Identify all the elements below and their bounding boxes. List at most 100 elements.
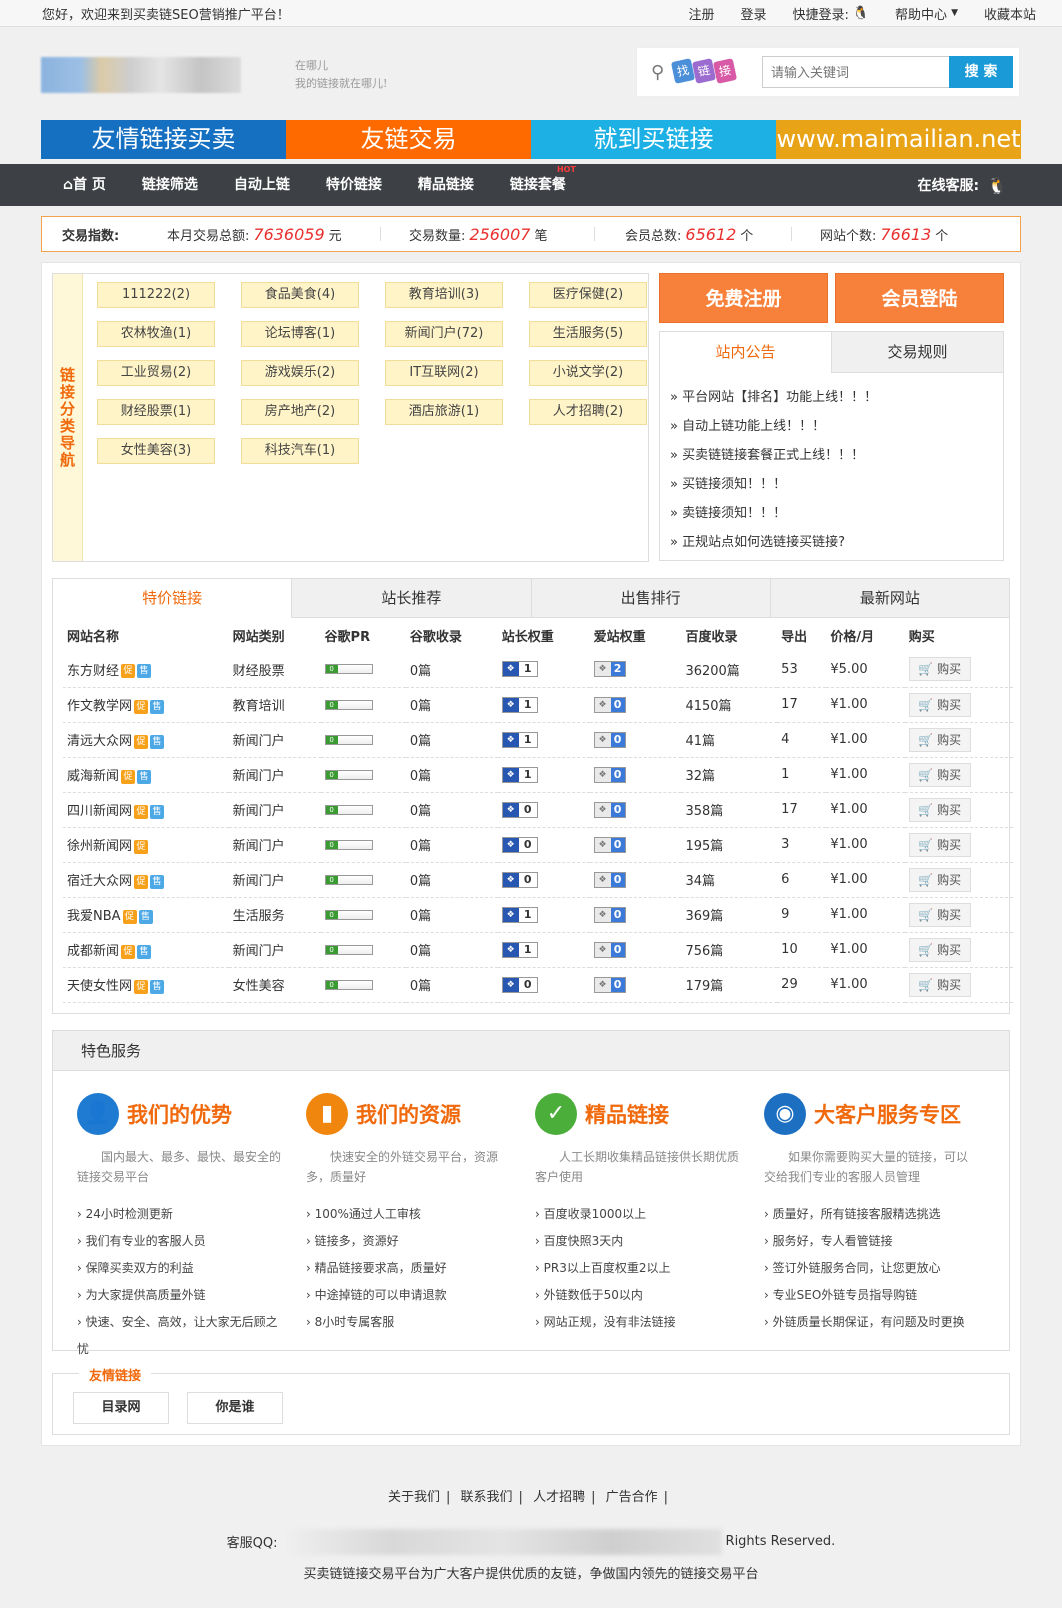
- stat-unit: 元: [328, 228, 342, 244]
- site-name-cell: 徐州新闻网促: [63, 827, 229, 863]
- nav-special-links[interactable]: 特价链接: [308, 164, 400, 206]
- site-logo[interactable]: [41, 57, 241, 93]
- aizhan-weight-cell: ❖ 0: [589, 862, 682, 898]
- buy-button[interactable]: 🛒 购买: [908, 972, 971, 997]
- nav-auto-link[interactable]: 自动上链: [216, 164, 308, 206]
- paw-icon: ❖: [594, 872, 611, 887]
- free-register-button[interactable]: 免费注册: [659, 273, 828, 323]
- category-item[interactable]: 酒店旅游(1): [385, 399, 503, 425]
- buy-button[interactable]: 🛒 购买: [908, 832, 971, 857]
- price-cell: ¥1.00: [826, 897, 905, 933]
- home-icon: ⌂: [63, 177, 74, 193]
- webmaster-weight-cell: ❖ 0: [497, 967, 590, 1003]
- buy-button[interactable]: 🛒 购买: [908, 937, 971, 962]
- tab-new-sites[interactable]: 最新网站: [769, 579, 1009, 618]
- buy-button[interactable]: 🛒 购买: [908, 797, 971, 822]
- category-item[interactable]: 教育培训(3): [385, 282, 503, 308]
- nav-link-package[interactable]: 链接套餐 HOT: [492, 164, 584, 206]
- help-center-link[interactable]: 帮助中心 ▼: [895, 4, 958, 23]
- main-content: 链接分类导航 111222(2) 食品美食(4) 教育培训(3) 医疗保健(2) 农林牧…: [41, 262, 1021, 1446]
- category-item[interactable]: 111222(2): [97, 282, 215, 308]
- footer-ads[interactable]: 广告合作: [606, 1490, 658, 1505]
- search-button[interactable]: 搜 索: [949, 56, 1013, 88]
- favorite-link[interactable]: 收藏本站: [984, 4, 1036, 23]
- category-item[interactable]: 游戏娱乐(2): [241, 360, 359, 386]
- google-pr-cell: 0: [320, 827, 406, 863]
- notice-item[interactable]: » 卖链接须知！！！: [670, 499, 1003, 528]
- notice-item[interactable]: » 买链接须知！！！: [670, 470, 1003, 499]
- buy-button[interactable]: 🛒 购买: [908, 902, 971, 927]
- webmaster-weight-cell: ❖ 1: [497, 652, 590, 688]
- paw-icon: ❖: [502, 837, 519, 852]
- paw-icon: ❖: [594, 662, 611, 677]
- site-name-link[interactable]: 天使女性网: [67, 979, 132, 994]
- category-item[interactable]: 医疗保健(2): [529, 282, 647, 308]
- footer-about[interactable]: 关于我们: [388, 1490, 440, 1505]
- site-category-cell: 教育培训: [228, 687, 321, 723]
- site-name-link[interactable]: 徐州新闻网: [67, 839, 132, 854]
- friend-link[interactable]: 你是谁: [187, 1391, 283, 1424]
- tab-trade-rules[interactable]: 交易规则: [832, 332, 1003, 373]
- tab-sales-ranking[interactable]: 出售排行: [530, 579, 770, 618]
- buy-button[interactable]: 🛒 购买: [908, 762, 971, 787]
- baidu-weight-badge: ❖ 0: [501, 801, 538, 818]
- login-link[interactable]: 登录: [740, 4, 766, 23]
- qq-icon[interactable]: 🐧: [987, 176, 1007, 195]
- category-item[interactable]: 财经股票(1): [97, 399, 215, 425]
- category-item[interactable]: 论坛博客(1): [241, 321, 359, 347]
- buy-button[interactable]: 🛒 购买: [908, 727, 971, 752]
- price-cell: ¥5.00: [826, 652, 905, 688]
- friend-link[interactable]: 目录网: [73, 1391, 169, 1424]
- category-item[interactable]: 农林牧渔(1): [97, 321, 215, 347]
- category-item[interactable]: 新闻门户(72): [385, 321, 503, 347]
- service-column: ▮ 我们的资源 快速安全的外链交易平台，资源多，质量好 › 100%通过人工审核 › 链…: [306, 1091, 535, 1336]
- paw-icon: ❖: [594, 837, 611, 852]
- tab-announcements[interactable]: 站内公告: [660, 332, 832, 373]
- nav-premium-links[interactable]: 精品链接: [400, 164, 492, 206]
- tab-webmaster-picks[interactable]: 站长推荐: [291, 579, 531, 618]
- notice-item[interactable]: » 自动上链功能上线！！！: [670, 412, 1003, 441]
- site-name-link[interactable]: 清远大众网: [67, 734, 132, 749]
- notice-item[interactable]: » 正规站点如何选链接买链接?: [670, 528, 1003, 557]
- buy-button[interactable]: 🛒 购买: [908, 657, 971, 682]
- site-name-link[interactable]: 四川新闻网: [67, 804, 132, 819]
- footer-contact[interactable]: 联系我们: [461, 1490, 513, 1505]
- stat-label: 本月交易总额:: [167, 228, 250, 244]
- site-name-link[interactable]: 作文教学网: [67, 699, 132, 714]
- category-item[interactable]: 女性美容(3): [97, 438, 215, 464]
- site-name-cell: 成都新闻促售: [63, 932, 229, 968]
- baidu-index-cell: 358篇: [681, 792, 778, 828]
- nav-home[interactable]: ⌂首 页: [41, 164, 124, 206]
- column-header: 谷歌收录: [409, 629, 462, 645]
- member-login-button[interactable]: 会员登陆: [835, 273, 1004, 323]
- site-name-link[interactable]: 成都新闻: [67, 944, 119, 959]
- register-link[interactable]: 注册: [688, 4, 714, 23]
- site-name-link[interactable]: 我爱NBA: [67, 909, 121, 924]
- nav-link-filter[interactable]: 链接筛选: [124, 164, 216, 206]
- aizhan-weight-badge: ❖ 0: [593, 696, 626, 713]
- aizhan-weight-badge: ❖ 0: [593, 941, 626, 958]
- site-name-link[interactable]: 宿迁大众网: [67, 874, 132, 889]
- category-item[interactable]: 生活服务(5): [529, 321, 647, 347]
- buy-button[interactable]: 🛒 购买: [908, 692, 971, 717]
- price-cell: ¥1.00: [826, 932, 905, 968]
- tab-special-links[interactable]: 特价链接: [53, 579, 292, 618]
- site-name-link[interactable]: 威海新闻: [67, 769, 119, 784]
- category-item[interactable]: 工业贸易(2): [97, 360, 215, 386]
- category-item[interactable]: 科技汽车(1): [241, 438, 359, 464]
- qq-icon[interactable]: 🐧: [853, 6, 869, 21]
- category-item[interactable]: 人才招聘(2): [529, 399, 647, 425]
- search-input[interactable]: [762, 56, 950, 88]
- site-name-link[interactable]: 东方财经: [67, 664, 119, 679]
- notice-item[interactable]: » 平台网站【排名】功能上线！！！: [670, 383, 1003, 412]
- category-item[interactable]: IT互联网(2): [385, 360, 503, 386]
- notice-item[interactable]: » 买卖链链接套餐正式上线！！！: [670, 441, 1003, 470]
- footer-jobs[interactable]: 人才招聘: [533, 1490, 585, 1505]
- category-item[interactable]: 小说文学(2): [529, 360, 647, 386]
- quick-login[interactable]: 快捷登录: 🐧: [792, 4, 869, 23]
- category-item[interactable]: 房产地产(2): [241, 399, 359, 425]
- pagerank-value: 0: [325, 980, 338, 989]
- category-item[interactable]: 食品美食(4): [241, 282, 359, 308]
- online-service[interactable]: 在线客服: 🐧: [917, 175, 1021, 195]
- buy-button[interactable]: 🛒 购买: [908, 867, 971, 892]
